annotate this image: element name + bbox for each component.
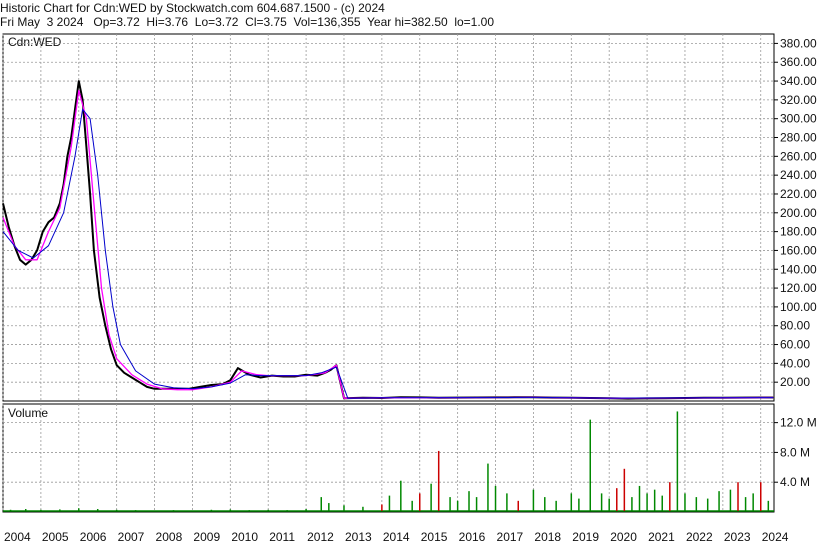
x-tick-label: 2024	[762, 530, 789, 543]
price-tick-label: 200.00	[780, 206, 817, 220]
price-tick-label: 140.00	[780, 262, 817, 276]
volume-panel	[2, 403, 775, 513]
price-tick-label: 360.00	[780, 55, 817, 69]
x-tick-label: 2010	[231, 530, 258, 543]
price-panel	[2, 33, 775, 402]
x-tick-label: 2018	[534, 530, 561, 543]
price-tick-label: 280.00	[780, 131, 817, 145]
price-tick-label: 160.00	[780, 243, 817, 257]
price-tick-label: 60.00	[780, 338, 810, 352]
volume-tick-label: 4.0 M	[780, 475, 810, 489]
x-tick-label: 2005	[42, 530, 69, 543]
volume-panel-label: Volume	[8, 406, 48, 420]
price-y-axis: 380.00 360.00 340.00 320.00 300.00 280.00 260.…	[774, 36, 817, 389]
price-tick-label: 340.00	[780, 74, 817, 88]
volume-gridlines	[2, 404, 774, 512]
series-moving-average-short	[2, 89, 774, 399]
x-tick-label: 2012	[307, 530, 334, 543]
price-tick-label: 260.00	[780, 149, 817, 163]
x-tick-label: 2019	[572, 530, 599, 543]
x-tick-label: 2020	[610, 530, 637, 543]
price-panel-label: Cdn:WED	[8, 35, 62, 49]
price-tick-label: 300.00	[780, 112, 817, 126]
x-tick-label: 2007	[118, 530, 145, 543]
x-tick-label: 2022	[686, 530, 713, 543]
x-tick-label: 2023	[724, 530, 751, 543]
price-series	[2, 80, 774, 400]
x-tick-label: 2004	[4, 530, 31, 543]
stock-chart: Cdn:WED Volume 380.00360.00340.00320.003…	[2, 33, 817, 543]
price-tick-label: 320.00	[780, 93, 817, 107]
price-tick-label: 100.00	[780, 300, 817, 314]
price-tick-label: 80.00	[780, 319, 810, 333]
price-tick-label: 40.00	[780, 356, 810, 370]
volume-y-axis: 12.0 M 8.0 M 4.0 M	[774, 416, 817, 489]
x-tick-label: 2014	[383, 530, 410, 543]
x-tick-label: 2008	[156, 530, 183, 543]
x-tick-label: 2011	[269, 530, 295, 543]
x-tick-label: 2009	[193, 530, 220, 543]
price-tick-label: 220.00	[780, 187, 817, 201]
x-tick-label: 2015	[421, 530, 448, 543]
price-tick-label: 380.00	[780, 36, 817, 50]
price-gridlines	[2, 34, 774, 401]
x-tick-label: 2006	[80, 530, 107, 543]
x-tick-label: 2013	[345, 530, 372, 543]
series-price	[2, 80, 774, 400]
price-tick-label: 120.00	[780, 281, 817, 295]
price-tick-label: 180.00	[780, 225, 817, 239]
series-moving-average-long	[2, 108, 774, 399]
volume-bars	[3, 411, 774, 512]
x-axis: 2004 2005 2006 2007 2008 2009 2010 2011 2012 2013…	[4, 530, 789, 543]
x-tick-label: 2017	[497, 530, 524, 543]
price-tick-label: 20.00	[780, 375, 810, 389]
x-tick-label: 2021	[648, 530, 675, 543]
volume-tick-label: 12.0 M	[780, 416, 817, 430]
price-tick-label: 240.00	[780, 168, 817, 182]
x-tick-label: 2016	[459, 530, 486, 543]
volume-tick-label: 8.0 M	[780, 445, 810, 459]
